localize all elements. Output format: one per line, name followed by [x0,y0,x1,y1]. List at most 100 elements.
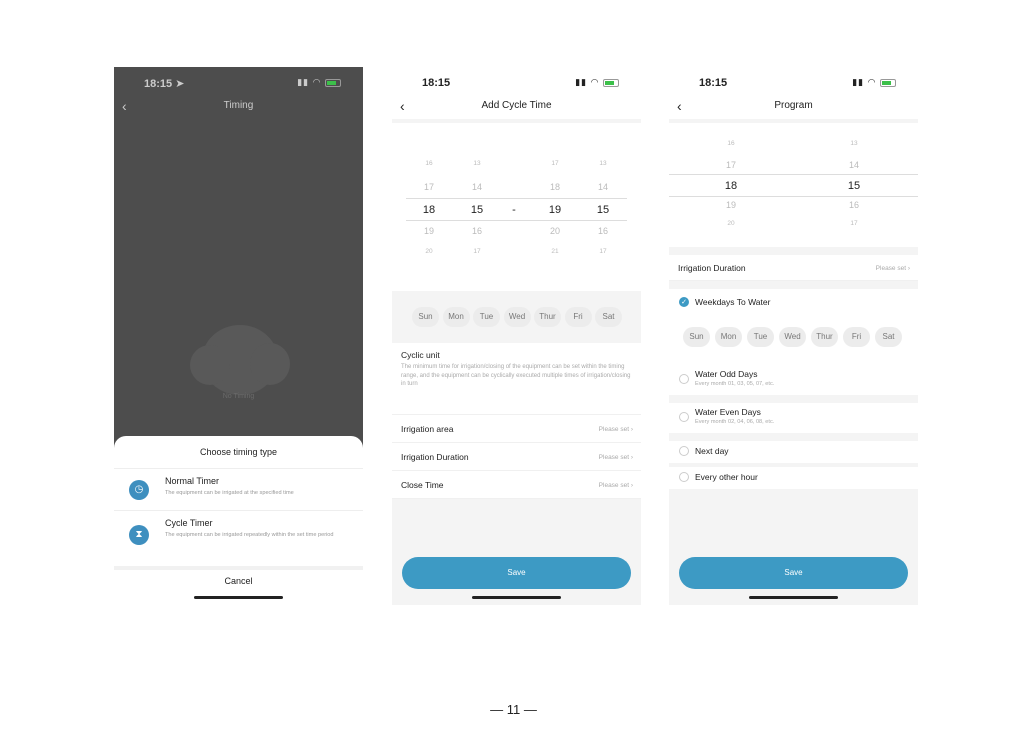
day-chip[interactable]: Thur [811,327,838,347]
picker-value[interactable]: 18 [540,182,570,192]
picker-value[interactable]: 17 [716,160,746,170]
picker-value[interactable]: 17 [540,160,570,167]
home-indicator [749,596,838,599]
page-number: — 11 — [490,702,537,717]
picker-value[interactable]: 20 [414,248,444,255]
sheet-title: Choose timing type [199,447,278,457]
day-chip[interactable]: Sat [595,307,622,327]
option-label: Normal Timer [165,476,220,486]
next-day-option[interactable]: Next day [669,441,918,463]
cancel-button[interactable]: Cancel [114,566,363,590]
radio-icon[interactable] [679,412,689,422]
hourglass-icon: ⧗ [129,525,149,545]
radio-icon[interactable] [679,472,689,482]
nav-bar: ‹ Program [669,95,918,117]
normal-timer-option[interactable]: ◷ Normal Timer The equipment can be irri… [114,468,363,510]
picker-value[interactable]: 17 [839,220,869,227]
timing-screen: 18:15 ➤ ▮▮ ◠ ‹ Timing No Timing Choose t… [114,67,363,605]
day-chip[interactable]: Wed [779,327,806,347]
picker-value[interactable]: 16 [716,140,746,147]
option-label: Cycle Timer [165,518,213,528]
weekdays-option[interactable]: ✓ Weekdays To Water Sun Mon Tue Wed Thur Fri S… [669,289,918,371]
picker-value[interactable]: 16 [839,200,869,210]
page-title: Timing [223,100,254,111]
radio-icon[interactable] [679,374,689,384]
back-button[interactable]: ‹ [400,95,405,117]
picker-value[interactable]: 21 [540,248,570,255]
close-time-row[interactable]: Close Time Please set › [392,471,641,499]
back-button[interactable]: ‹ [122,95,127,117]
save-button[interactable]: Save [679,557,908,589]
clock-icon: ◷ [129,480,149,500]
irrigation-duration-row[interactable]: Irrigation Duration Please set › [669,255,918,281]
picker-value[interactable]: 15 [462,204,492,216]
option-desc: Every month 02, 04, 06, 08, etc. [695,419,775,425]
picker-value[interactable]: 19 [540,204,570,216]
day-chip[interactable]: Fri [843,327,870,347]
day-chip[interactable]: Fri [564,307,592,327]
picker-value[interactable]: 20 [716,220,746,227]
picker-value[interactable]: 18 [716,180,746,192]
weekday-selector: Sun Mon Tue Wed Thur Fri Sat [669,327,918,357]
picker-value[interactable]: 17 [414,182,444,192]
empty-label: No Timing [222,393,255,400]
cyclic-unit-section: Cyclic unit The minimum time for irrigat… [392,343,641,415]
picker-value[interactable]: 19 [414,226,444,236]
picker-value[interactable]: 13 [839,140,869,147]
nav-bar: ‹ Timing [114,95,363,117]
day-chip[interactable]: Wed [503,307,531,327]
weekday-selector: Sun Mon Tue Wed Thur Fri Sat [392,307,641,337]
picker-value[interactable]: 17 [588,248,618,255]
program-screen: 18:15 ▮▮ ◠ ‹ Program 16 17 18 19 20 13 14 15 16… [669,67,918,605]
irrigation-area-row[interactable]: Irrigation area Please set › [392,415,641,443]
time-range-picker[interactable]: 16 17 18 19 20 13 14 15 16 17 - 17 18 19 20 21 13 14 1… [392,123,641,291]
nav-bar: ‹ Add Cycle Time [392,95,641,117]
picker-value[interactable]: 14 [839,160,869,170]
battery-icon [603,78,619,87]
every-other-hour-option[interactable]: Every other hour [669,467,918,489]
option-label: Water Odd Days [695,369,758,379]
even-days-option[interactable]: Water Even Days Every month 02, 04, 06, … [669,403,918,433]
checked-radio-icon[interactable]: ✓ [679,297,689,307]
picker-value[interactable]: 16 [414,160,444,167]
day-chip[interactable]: Mon [442,307,470,327]
page-title: Add Cycle Time [481,100,552,111]
irrigation-duration-row[interactable]: Irrigation Duration Please set › [392,443,641,471]
radio-icon[interactable] [679,446,689,456]
cyclic-unit-title: Cyclic unit [401,350,440,360]
day-chip[interactable]: Thur [534,307,561,327]
day-chip[interactable]: Mon [715,327,742,347]
picker-value[interactable]: 13 [588,160,618,167]
cycle-timer-option[interactable]: ⧗ Cycle Timer The equipment can be irrig… [114,510,363,564]
day-chip[interactable]: Sun [683,327,710,347]
option-label: Next day [695,446,729,456]
option-desc: The equipment can be irrigated at the sp… [165,490,294,496]
picker-value[interactable]: 19 [716,200,746,210]
timing-type-sheet: Choose timing type ◷ Normal Timer The eq… [114,436,363,605]
picker-value[interactable]: 15 [588,204,618,216]
picker-value[interactable]: 13 [462,160,492,167]
day-chip[interactable]: Sun [412,307,439,327]
picker-value[interactable]: 18 [414,204,444,216]
status-bar: 18:15 ➤ ▮▮ ◠ [114,75,363,91]
start-time-picker[interactable]: 16 17 18 19 20 13 14 15 16 17 [669,123,918,247]
status-icons: ▮▮ ◠ [297,77,341,88]
day-chip[interactable]: Tue [747,327,774,347]
empty-illustration [190,315,290,405]
add-cycle-time-screen: 18:15 ▮▮ ◠ ‹ Add Cycle Time 16 17 18 19 20 1… [392,67,641,605]
odd-days-option[interactable]: Water Odd Days Every month 01, 03, 05, 0… [669,365,918,395]
picker-value[interactable]: 14 [588,182,618,192]
day-chip[interactable]: Sat [875,327,902,347]
save-button[interactable]: Save [402,557,631,589]
back-button[interactable]: ‹ [677,95,682,117]
day-chip[interactable]: Tue [473,307,500,327]
picker-value[interactable]: 20 [540,226,570,236]
picker-value[interactable]: 15 [839,180,869,192]
picker-value[interactable]: 17 [462,248,492,255]
battery-icon [880,78,896,87]
option-desc: Every month 01, 03, 05, 07, etc. [695,381,775,387]
option-label: Water Even Days [695,407,761,417]
picker-value[interactable]: 16 [588,226,618,236]
picker-value[interactable]: 14 [462,182,492,192]
picker-value[interactable]: 16 [462,226,492,236]
